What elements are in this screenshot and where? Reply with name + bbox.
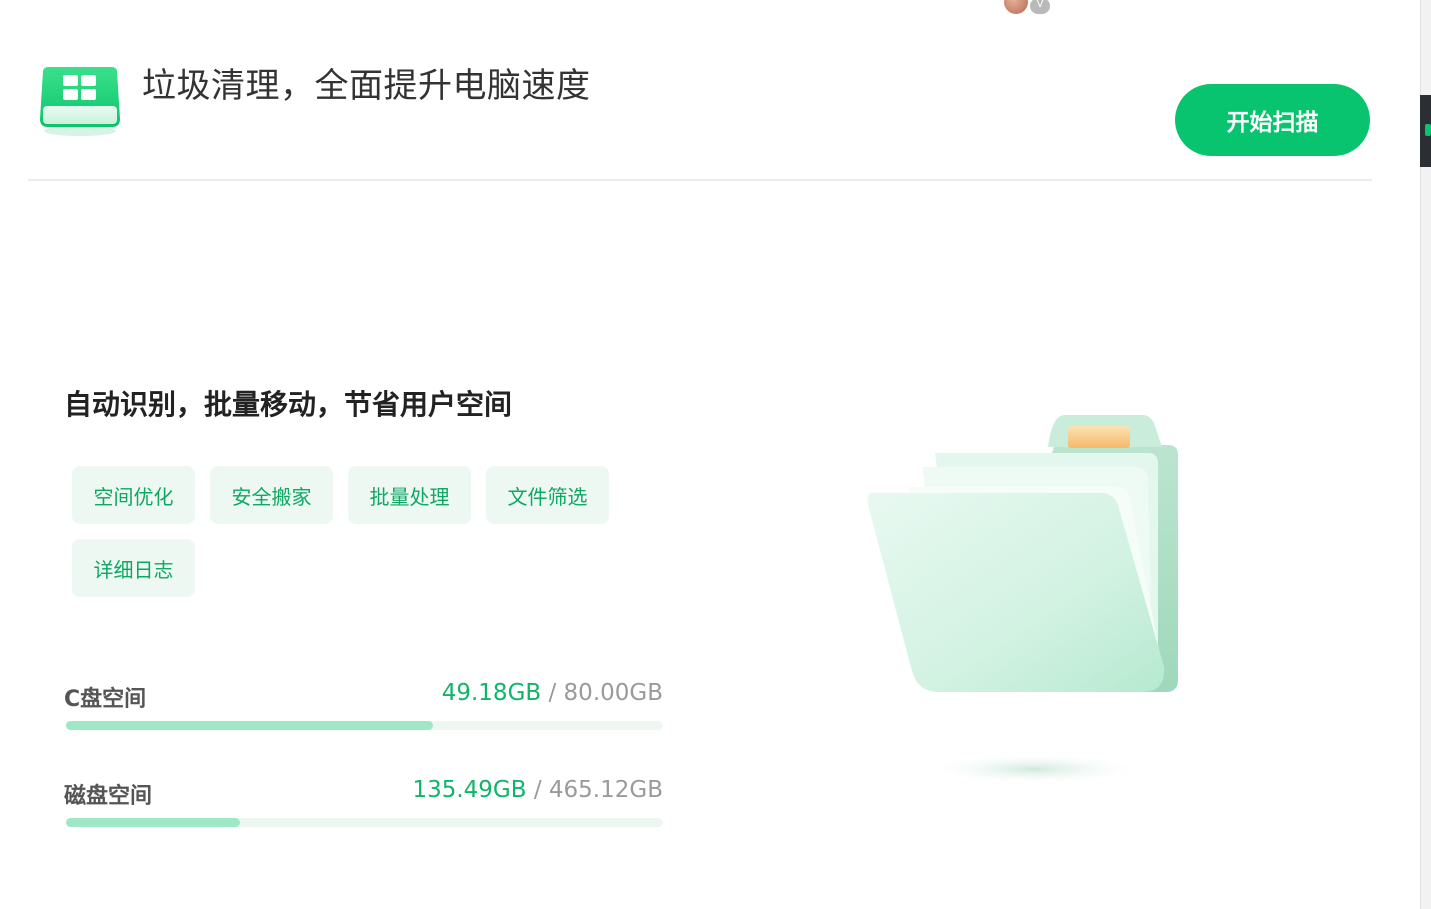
disk-space-progress-bar [66,818,663,827]
side-panel-green-marker [1425,124,1431,136]
page-title: 垃圾清理，全面提升电脑速度 [142,66,591,106]
c-drive-progress-bar [66,721,663,730]
tag-space-optimize: 空间优化 [72,466,195,524]
vip-badge: V [1030,0,1050,14]
disk-space-progress-fill [66,818,240,827]
header-divider [28,179,1372,181]
disk-space-total: 465.12GB [548,777,663,803]
c-drive-label: C盘空间 [64,687,147,712]
tag-file-filter: 文件筛选 [486,466,609,524]
c-drive-used: 49.18GB [441,680,542,706]
disk-space-used: 135.49GB [412,777,527,803]
tag-detailed-log: 详细日志 [72,539,195,597]
disk-space-separator: / [533,777,542,803]
main-panel: V 垃圾清理，全面提升电脑速度 开始扫描 自动识别，批量移动，节省用户空间 空间… [0,0,1420,909]
user-avatar[interactable] [1004,0,1028,14]
disk-cleanup-logo-icon [38,63,122,137]
disk-space-label: 磁盘空间 [64,784,153,809]
start-scan-button[interactable]: 开始扫描 [1175,84,1370,156]
c-drive-total: 80.00GB [563,680,663,706]
tag-batch-process: 批量处理 [348,466,471,524]
c-drive-separator: / [548,680,557,706]
c-drive-usage: 49.18GB / 80.00GB [442,680,663,706]
c-drive-progress-fill [66,721,434,730]
disk-space-usage: 135.49GB / 465.12GB [412,777,663,803]
tag-safe-move: 安全搬家 [210,466,333,524]
feature-heading: 自动识别，批量移动，节省用户空间 [64,388,513,421]
folder-icon [860,405,1200,790]
